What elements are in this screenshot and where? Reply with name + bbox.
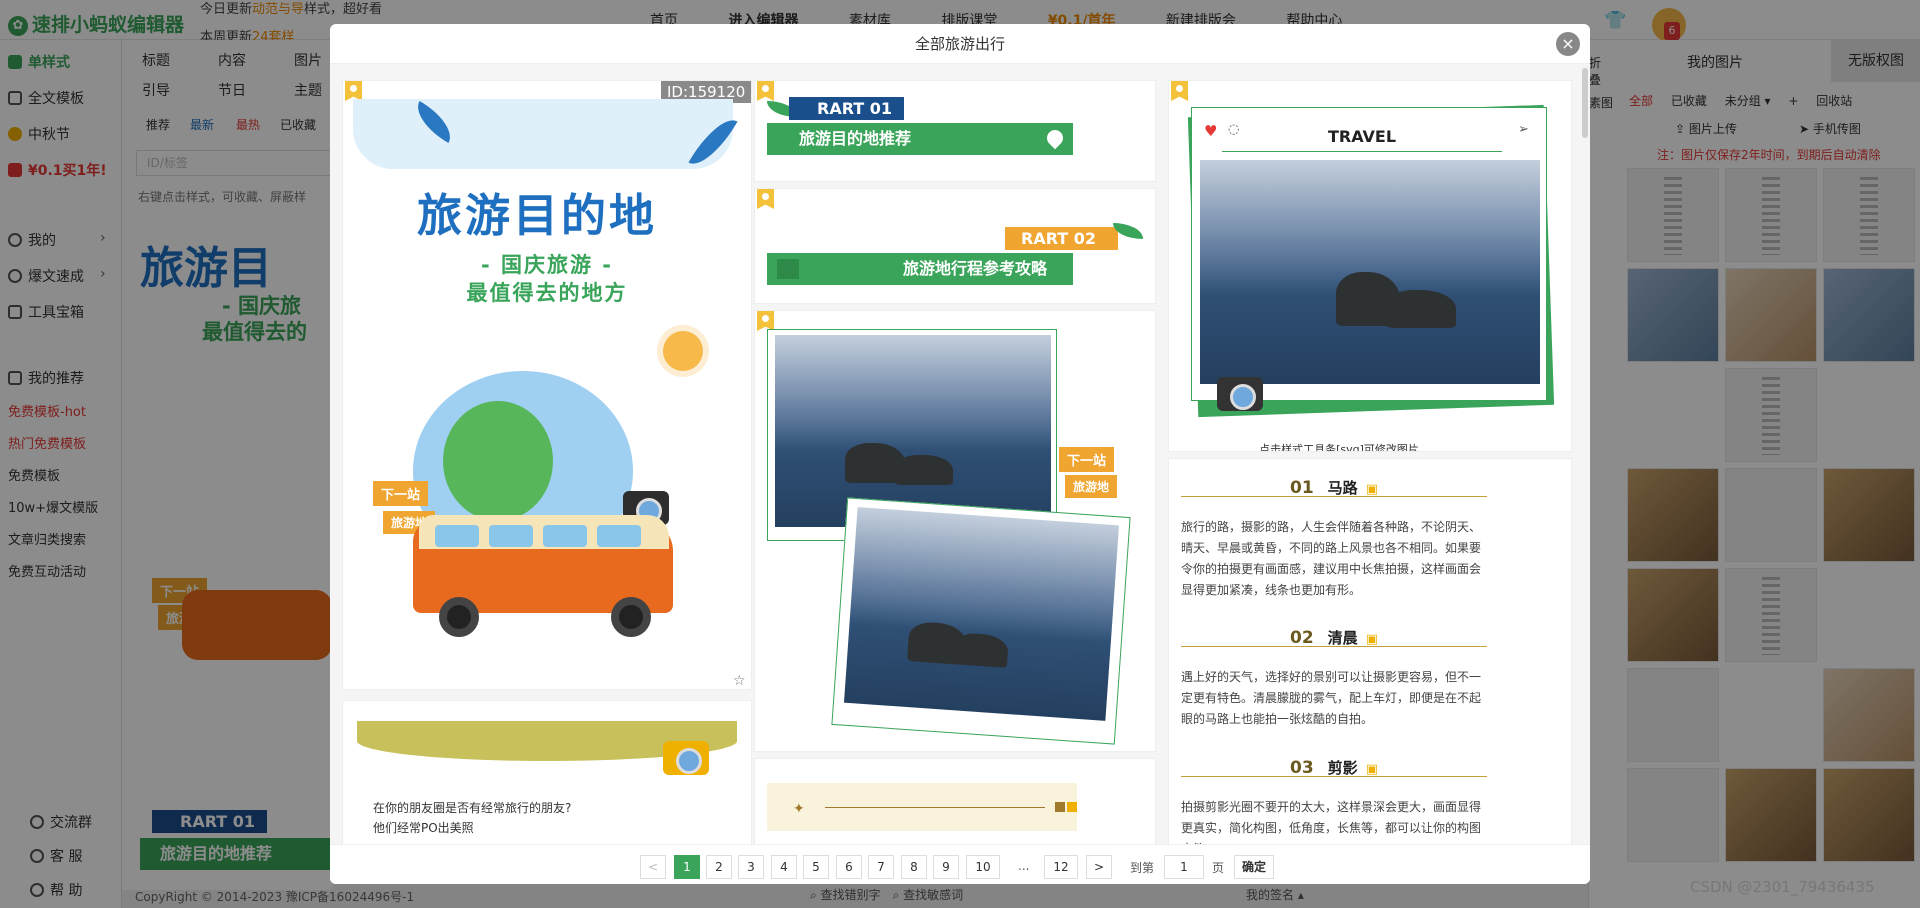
share-icon[interactable]: ➢ bbox=[1518, 122, 1529, 137]
template-card[interactable]: RART 02 旅游地行程参考攻略 bbox=[754, 188, 1156, 304]
template-modal: 全部旅游出行 × ID:159120 旅游目的地 - 国庆旅游 - 最值得去的地… bbox=[330, 24, 1590, 884]
close-button[interactable]: × bbox=[1556, 32, 1580, 56]
confirm-button[interactable]: 确定 bbox=[1234, 855, 1274, 879]
wheel-icon bbox=[439, 597, 479, 637]
page-unit-label: 页 bbox=[1212, 861, 1225, 875]
bookmark-icon[interactable] bbox=[345, 81, 362, 101]
rart-02-bar: 旅游地行程参考攻略 bbox=[767, 253, 1073, 285]
photo-frame-2 bbox=[831, 497, 1131, 745]
section-text-01: 旅行的路，摄影的路，人生会伴随着各种路，不论阴天、晴天、早晨或黄昏，不同的路上风… bbox=[1181, 520, 1482, 597]
prev-page-button[interactable]: < bbox=[640, 855, 666, 879]
poster-sub1: - 国庆旅游 - bbox=[480, 253, 614, 277]
rart-02-label: RART 02 bbox=[1005, 227, 1119, 250]
poster-title: 旅游目的地 bbox=[417, 189, 658, 242]
template-card[interactable]: RART 01 旅游目的地推荐 bbox=[754, 80, 1156, 182]
bookmark-icon[interactable] bbox=[1171, 81, 1188, 101]
sun-icon bbox=[663, 331, 703, 371]
poster-sub2: 最值得去的地方 bbox=[466, 281, 628, 305]
modal-title: 全部旅游出行 bbox=[330, 24, 1590, 64]
sign-next-stop: 下一站 bbox=[373, 481, 429, 506]
star-icon[interactable]: ☆ bbox=[733, 673, 749, 689]
page-7[interactable]: 7 bbox=[868, 855, 894, 879]
camera-icon bbox=[663, 741, 709, 775]
page-10[interactable]: 10 bbox=[966, 855, 1000, 879]
page-12[interactable]: 12 bbox=[1044, 855, 1078, 879]
divider-deco: ✦ bbox=[767, 783, 1077, 831]
map-icon bbox=[777, 259, 799, 279]
page-6[interactable]: 6 bbox=[836, 855, 862, 879]
section-header-02: 02 清晨 ▣ bbox=[1181, 627, 1487, 648]
wheel-icon bbox=[611, 597, 651, 637]
bookmark-icon[interactable] bbox=[757, 311, 774, 331]
heart-icon[interactable]: ♥ bbox=[1204, 122, 1217, 140]
bookmark-icon[interactable] bbox=[757, 189, 774, 209]
template-card[interactable]: 01 马路 ▣ 旅行的路，摄影的路，人生会伴随着各种路，不论阴天、晴天、早晨或黄昏，… bbox=[1168, 458, 1572, 884]
camera-icon: ▣ bbox=[1365, 482, 1378, 497]
page-ellipsis: ... bbox=[1018, 859, 1030, 873]
page-4[interactable]: 4 bbox=[771, 855, 797, 879]
travel-title: TRAVEL bbox=[1222, 122, 1502, 152]
next-page-button[interactable]: > bbox=[1086, 855, 1112, 879]
watermark: CSDN @2301_79436435 bbox=[1690, 878, 1875, 896]
location-pin-icon bbox=[1043, 126, 1067, 150]
goto-page-input[interactable]: 1 bbox=[1164, 855, 1204, 879]
goto-label: 到第 bbox=[1130, 861, 1155, 875]
page-1[interactable]: 1 bbox=[674, 855, 700, 879]
sign-destination: 旅游地 bbox=[1065, 475, 1118, 498]
page-2[interactable]: 2 bbox=[706, 855, 732, 879]
scrollbar[interactable] bbox=[1582, 68, 1588, 138]
section-header-03: 03 剪影 ▣ bbox=[1181, 757, 1487, 778]
land-shape bbox=[443, 401, 553, 521]
template-card[interactable]: ID:159120 旅游目的地 - 国庆旅游 - 最值得去的地方 下一站 旅游地… bbox=[342, 80, 752, 690]
section-text-02: 遇上好的天气，选择好的景别可以让摄影更容易，但不一定更有特色。清晨朦胧的雾气，配… bbox=[1181, 670, 1482, 726]
page-9[interactable]: 9 bbox=[933, 855, 959, 879]
bookmark-icon[interactable] bbox=[757, 81, 774, 101]
rart-01-label: RART 01 bbox=[789, 97, 905, 120]
card2-text: 在你的朋友圈是否有经常旅行的朋友? bbox=[373, 801, 572, 815]
section-header-01: 01 马路 ▣ bbox=[1181, 477, 1487, 498]
camera-icon: ▣ bbox=[1365, 632, 1378, 647]
lake-photo bbox=[1200, 160, 1540, 384]
page: ✿ 速排小蚂蚁编辑器 今日更新动范与导样式，超好看 本周更新24套样 首页 进入编… bbox=[0, 0, 1920, 908]
page-5[interactable]: 5 bbox=[803, 855, 829, 879]
camera-icon bbox=[1217, 377, 1263, 411]
travel-caption: 点击样式工具条[svg]可修改图片 bbox=[1259, 443, 1419, 452]
lake-photo bbox=[775, 335, 1051, 527]
page-8[interactable]: 8 bbox=[901, 855, 927, 879]
rart-01-bar: 旅游目的地推荐 bbox=[767, 123, 1073, 155]
cloud-bg bbox=[353, 99, 733, 169]
pagination: < 1 2 3 4 5 6 7 8 9 10 ... 12 > 到第 1 页 确… bbox=[330, 844, 1590, 884]
template-card[interactable]: ♥ ◌ ➢ TRAVEL 点击样式工具条[svg]可修改图片 bbox=[1168, 80, 1572, 452]
sparkle-icon: ✦ bbox=[793, 801, 805, 817]
card2-text2: 他们经常PO出美照 bbox=[373, 821, 474, 835]
template-card[interactable]: 下一站 旅游地 bbox=[754, 310, 1156, 752]
travel-frame: ♥ ◌ ➢ TRAVEL bbox=[1191, 107, 1547, 401]
modal-body: ID:159120 旅游目的地 - 国庆旅游 - 最值得去的地方 下一站 旅游地… bbox=[330, 64, 1590, 884]
sign-next-stop: 下一站 bbox=[1059, 447, 1115, 472]
page-3[interactable]: 3 bbox=[738, 855, 764, 879]
camera-icon: ▣ bbox=[1365, 762, 1378, 777]
